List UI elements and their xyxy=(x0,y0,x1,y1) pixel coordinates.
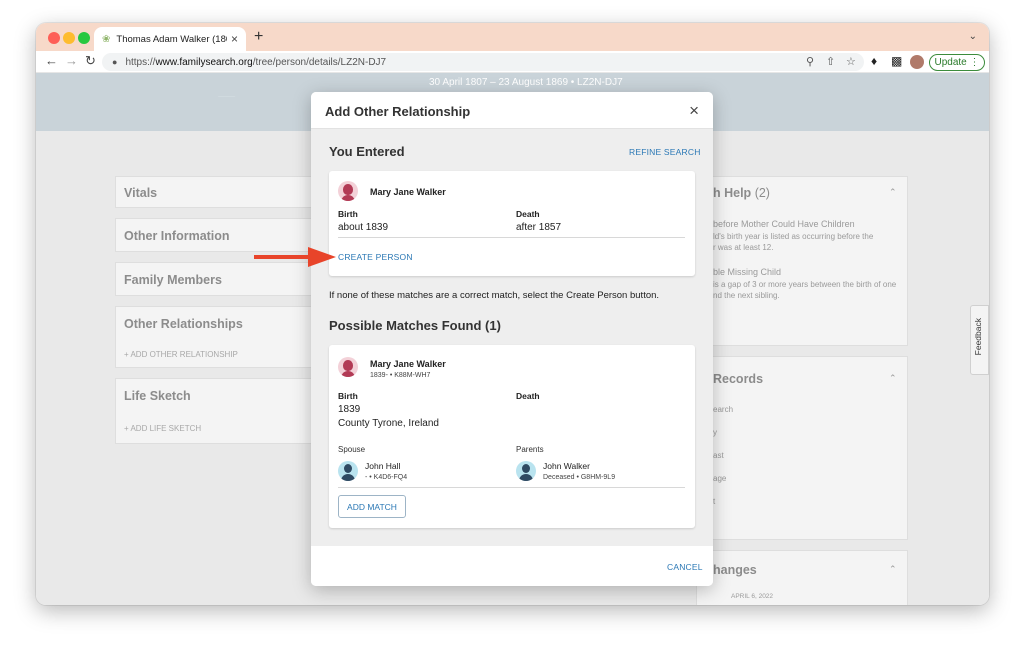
close-window-button[interactable] xyxy=(48,32,60,44)
spouse-label: Spouse xyxy=(338,445,366,454)
research-help-panel: h Help (2) ⌃ before Mother Could Have Ch… xyxy=(696,176,908,346)
records-panel: Records ⌃ earch y ast age t xyxy=(696,356,908,540)
annotation-arrow-icon xyxy=(254,247,336,267)
refine-search-link[interactable]: REFINE SEARCH xyxy=(629,147,701,157)
match-person-id: 1839- • K88M-WH7 xyxy=(370,372,431,379)
collapse-chevron-icon[interactable]: ⌃ xyxy=(889,564,897,575)
female-avatar xyxy=(338,181,358,201)
add-other-relationship-link[interactable]: + ADD OTHER RELATIONSHIP xyxy=(124,350,238,359)
birth-year: 1839 xyxy=(338,404,361,415)
male-avatar xyxy=(338,461,358,481)
death-label: Death xyxy=(516,209,540,219)
spouse-name[interactable]: John Hall xyxy=(365,461,400,471)
dialog-footer: CANCEL xyxy=(311,546,713,586)
extensions-puzzle-icon[interactable]: ♦ xyxy=(871,54,877,68)
back-icon[interactable]: ← xyxy=(45,53,58,68)
possible-matches-heading: Possible Matches Found (1) xyxy=(329,318,501,333)
death-value: after 1857 xyxy=(516,222,562,233)
feedback-label: Feedback xyxy=(973,318,983,356)
add-life-sketch-link[interactable]: + ADD LIFE SKETCH xyxy=(124,424,201,433)
records-title: Records xyxy=(713,372,764,386)
parent-name[interactable]: John Walker xyxy=(543,461,590,471)
collapse-chevron-icon[interactable]: ⌃ xyxy=(889,373,897,384)
reload-icon[interactable]: ↻ xyxy=(85,53,96,69)
vitals-panel: Vitals xyxy=(115,176,315,208)
entered-person-name: Mary Jane Walker xyxy=(370,187,446,197)
records-item[interactable]: ast xyxy=(713,451,724,460)
no-match-instruction: If none of these matches are a correct m… xyxy=(329,290,660,301)
sidepanel-icon[interactable]: ▩ xyxy=(891,54,902,68)
spouse-id: - • K4D6-FQ4 xyxy=(365,474,408,481)
help-item-text: r was at least 12. xyxy=(713,243,774,252)
parents-label: Parents xyxy=(516,445,544,454)
match-card: Mary Jane Walker 1839- • K88M-WH7 Birth … xyxy=(329,345,695,528)
dialog-body: You Entered REFINE SEARCH Mary Jane Walk… xyxy=(311,129,713,546)
share-icon[interactable]: ⇧ xyxy=(826,55,835,68)
other-relationships-title: Other Relationships xyxy=(124,317,243,331)
death-label: Death xyxy=(516,391,540,401)
records-item[interactable]: t xyxy=(713,497,715,506)
help-item-text: ld's birth year is listed as occurring b… xyxy=(713,232,874,241)
tab-title: Thomas Adam Walker (1807–1 xyxy=(116,33,227,45)
help-item-title[interactable]: before Mother Could Have Children xyxy=(713,219,855,229)
birth-label: Birth xyxy=(338,391,358,401)
browser-tab[interactable]: ❀ Thomas Adam Walker (1807–1 × xyxy=(94,27,246,51)
tab-close-icon[interactable]: × xyxy=(231,32,238,46)
update-button[interactable]: Update ⋮ xyxy=(929,54,985,71)
life-sketch-panel: Life Sketch + ADD LIFE SKETCH xyxy=(115,378,315,444)
cancel-button[interactable]: CANCEL xyxy=(667,562,703,572)
birth-value: about 1839 xyxy=(338,222,389,233)
card-divider xyxy=(338,487,685,488)
dialog-title: Add Other Relationship xyxy=(325,104,471,119)
help-item-text: nd the next sibling. xyxy=(713,291,780,300)
arrow-shaft xyxy=(254,255,312,259)
family-members-title: Family Members xyxy=(124,273,222,287)
url-text: https://www.familysearch.org/tree/person… xyxy=(125,56,387,68)
match-person-name[interactable]: Mary Jane Walker xyxy=(370,359,446,369)
vitals-title: Vitals xyxy=(124,186,158,200)
profile-avatar[interactable] xyxy=(910,55,924,69)
female-avatar xyxy=(338,357,358,377)
forward-icon[interactable]: → xyxy=(65,53,78,68)
help-item-text: is a gap of 3 or more years between the … xyxy=(713,280,897,289)
records-item[interactable]: y xyxy=(713,428,717,437)
minimize-window-button[interactable] xyxy=(63,32,75,44)
tab-bar: ❀ Thomas Adam Walker (1807–1 × + ⌄ xyxy=(36,23,989,51)
add-other-relationship-dialog: Add Other Relationship × You Entered REF… xyxy=(311,92,713,586)
new-tab-icon[interactable]: + xyxy=(254,28,263,46)
entered-person-card: Mary Jane Walker Birth about 1839 Death … xyxy=(329,171,695,276)
life-sketch-title: Life Sketch xyxy=(124,389,191,403)
collapse-chevron-icon[interactable]: ⌃ xyxy=(889,187,897,198)
bookmark-star-icon[interactable]: ☆ xyxy=(846,55,856,68)
male-avatar xyxy=(516,461,536,481)
dialog-header: Add Other Relationship × xyxy=(311,92,713,129)
arrow-head xyxy=(308,247,336,267)
birth-label: Birth xyxy=(338,209,358,219)
card-divider xyxy=(338,237,685,238)
latest-changes-title: hanges xyxy=(713,563,757,577)
birth-place: County Tyrone, Ireland xyxy=(338,418,439,429)
research-help-title: h Help (2) xyxy=(713,186,770,200)
address-bar: ← → ↻ ● https://www.familysearch.org/tre… xyxy=(36,51,989,73)
url-field[interactable]: ● https://www.familysearch.org/tree/pers… xyxy=(102,53,864,71)
other-relationships-panel: Other Relationships + ADD OTHER RELATION… xyxy=(115,306,315,368)
maximize-window-button[interactable] xyxy=(78,32,90,44)
change-date: APRIL 6, 2022 xyxy=(731,593,774,600)
latest-changes-panel: hanges ⌃ APRIL 6, 2022 xyxy=(696,550,908,605)
create-person-link[interactable]: CREATE PERSON xyxy=(338,252,413,262)
lock-icon: ● xyxy=(112,57,118,67)
close-icon[interactable]: × xyxy=(689,101,699,121)
help-item-title[interactable]: ble Missing Child xyxy=(713,267,781,277)
other-information-title: Other Information xyxy=(124,229,230,243)
tab-search-chevron-icon[interactable]: ⌄ xyxy=(969,31,977,42)
records-item[interactable]: earch xyxy=(713,405,733,414)
feedback-tab[interactable]: Feedback xyxy=(970,305,989,375)
favicon-tree-icon: ❀ xyxy=(102,33,111,45)
person-dates: 30 April 1807 – 23 August 1869 • LZ2N-DJ… xyxy=(429,77,623,88)
you-entered-heading: You Entered xyxy=(329,144,405,159)
parent-id: Deceased • G8HM-9L9 xyxy=(543,474,616,481)
add-match-button[interactable]: ADD MATCH xyxy=(338,495,406,518)
zoom-icon[interactable]: ⚲ xyxy=(806,55,814,68)
records-item[interactable]: age xyxy=(713,474,726,483)
